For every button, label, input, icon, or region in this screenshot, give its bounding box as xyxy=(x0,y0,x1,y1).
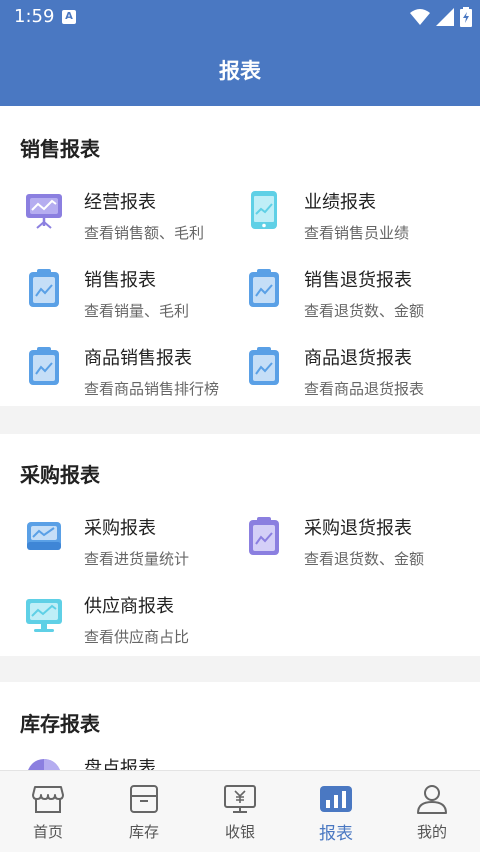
report-item-title: 业绩报表 xyxy=(304,192,376,213)
tab-label: 报表 xyxy=(319,824,353,844)
report-item-title: 采购报表 xyxy=(84,518,156,539)
section-inventory-reports: 库存报表 盘点报表 xyxy=(0,682,480,770)
section-title-purchase: 采购报表 xyxy=(20,463,100,487)
tab-label: 库存 xyxy=(128,823,159,841)
tab-label: 收银 xyxy=(224,823,255,841)
report-item-purchase-return[interactable]: 采购退货报表 查看退货数、金额 xyxy=(242,514,462,578)
report-item-purchase[interactable]: 采购报表 查看进货量统计 xyxy=(22,514,242,578)
report-item-subtitle: 查看退货数、金额 xyxy=(304,550,425,568)
report-item-title: 供应商报表 xyxy=(84,596,174,617)
tab-reports[interactable]: 报表 xyxy=(288,771,384,852)
bottom-tab-bar: 首页 库存 收银 报表 我的 xyxy=(0,770,480,852)
report-item-title: 采购退货报表 xyxy=(304,518,412,539)
report-item-product-sales[interactable]: 商品销售报表 查看商品销售排行榜 xyxy=(22,344,242,408)
tray-chart-icon xyxy=(27,522,61,550)
report-item-title: 商品销售报表 xyxy=(84,348,192,369)
cashier-icon xyxy=(224,785,256,813)
clipboard-chart-icon xyxy=(29,269,59,307)
clipboard-chart-icon xyxy=(29,347,59,385)
report-item-subtitle: 查看商品销售排行榜 xyxy=(84,380,220,398)
report-item-title: 销售报表 xyxy=(84,270,156,291)
battery-icon xyxy=(460,7,472,27)
clipboard-chart-icon xyxy=(249,517,279,555)
signal-icon xyxy=(436,8,454,26)
report-item-subtitle: 查看销量、毛利 xyxy=(84,302,190,320)
pie-chart-icon xyxy=(28,759,60,770)
section-divider xyxy=(0,406,480,434)
tab-cashier[interactable]: 收银 xyxy=(192,771,288,852)
report-item-title: 销售退货报表 xyxy=(304,270,412,291)
report-item-sales-return[interactable]: 销售退货报表 查看退货数、金额 xyxy=(242,266,462,330)
report-item-subtitle: 查看销售员业绩 xyxy=(304,224,410,242)
report-item-stocktake[interactable]: 盘点报表 xyxy=(22,754,242,770)
clipboard-chart-icon xyxy=(249,269,279,307)
report-item-supplier[interactable]: 供应商报表 查看供应商占比 xyxy=(22,592,242,656)
tab-label: 我的 xyxy=(416,823,447,841)
section-title-inventory: 库存报表 xyxy=(20,712,100,736)
clipboard-chart-icon xyxy=(249,347,279,385)
section-title-sales: 销售报表 xyxy=(20,137,100,161)
status-time: 1:59 xyxy=(14,6,55,27)
app-bar: 报表 xyxy=(0,36,480,106)
user-icon xyxy=(417,785,447,814)
report-item-subtitle: 查看进货量统计 xyxy=(84,550,190,568)
report-item-title: 经营报表 xyxy=(84,192,156,213)
wifi-icon xyxy=(410,9,430,25)
report-item-title: 盘点报表 xyxy=(84,758,156,770)
page-title: 报表 xyxy=(219,59,261,83)
report-item-subtitle: 查看退货数、金额 xyxy=(304,302,425,320)
bar-chart-icon xyxy=(320,786,352,812)
box-icon xyxy=(130,785,158,813)
report-content: 销售报表 经营报表 查看销售额、毛利 业绩报表 查看销售员业绩 销售报表 查看销… xyxy=(0,106,480,770)
report-item-performance[interactable]: 业绩报表 查看销售员业绩 xyxy=(242,188,462,252)
report-item-sales[interactable]: 销售报表 查看销量、毛利 xyxy=(22,266,242,330)
report-item-subtitle: 查看商品退货报表 xyxy=(304,380,425,398)
tab-inventory[interactable]: 库存 xyxy=(96,771,192,852)
report-item-product-return[interactable]: 商品退货报表 查看商品退货报表 xyxy=(242,344,462,408)
tablet-chart-icon xyxy=(251,191,277,229)
report-item-business[interactable]: 经营报表 查看销售额、毛利 xyxy=(22,188,242,252)
notification-icon: A xyxy=(62,10,76,24)
section-divider xyxy=(0,656,480,682)
status-icons xyxy=(410,7,472,27)
report-item-title: 商品退货报表 xyxy=(304,348,412,369)
monitor-chart-icon xyxy=(26,599,62,632)
section-sales-reports: 销售报表 经营报表 查看销售额、毛利 业绩报表 查看销售员业绩 销售报表 查看销… xyxy=(0,106,480,406)
presentation-chart-icon xyxy=(26,194,62,229)
report-item-subtitle: 查看供应商占比 xyxy=(84,628,190,646)
store-icon xyxy=(32,786,64,813)
report-item-subtitle: 查看销售额、毛利 xyxy=(84,224,205,242)
tab-label: 首页 xyxy=(32,823,63,841)
section-purchase-reports: 采购报表 采购报表 查看进货量统计 采购退货报表 查看退货数、金额 供应商报表 … xyxy=(0,434,480,656)
tab-home[interactable]: 首页 xyxy=(0,771,96,852)
tab-profile[interactable]: 我的 xyxy=(384,771,480,852)
status-bar: 1:59 A xyxy=(0,0,480,36)
